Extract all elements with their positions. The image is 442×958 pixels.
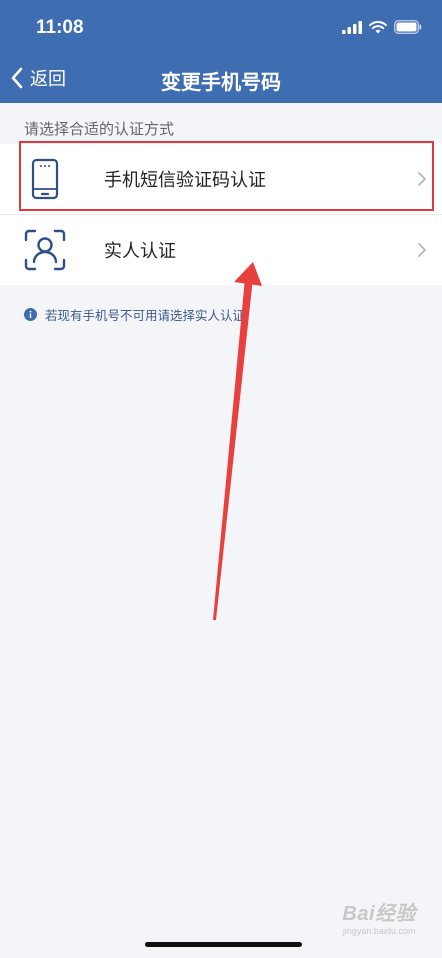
sms-verification-label: 手机短信验证码认证 <box>104 170 266 191</box>
face-scan-icon <box>24 229 66 271</box>
signal-icon <box>342 20 362 34</box>
status-bar: 11:08 <box>0 0 442 56</box>
watermark: Bai经验 jingyan.baidu.com <box>342 897 416 936</box>
watermark-brand: Bai经验 <box>342 903 416 925</box>
battery-icon <box>394 20 422 34</box>
chevron-right-icon <box>418 243 426 257</box>
info-icon <box>24 308 37 321</box>
sms-verification-option[interactable]: 手机短信验证码认证 <box>0 144 442 214</box>
app-header: 11:08 返回 变更手机号码 <box>0 0 442 103</box>
face-verification-option[interactable]: 实人认证 <box>0 215 442 285</box>
section-label: 请选择合适的认证方式 <box>24 120 175 138</box>
notice: 若现有手机号不可用请选择实人认证 <box>24 305 245 324</box>
phone-icon <box>31 158 59 200</box>
face-verification-label: 实人认证 <box>104 241 176 262</box>
arrow-shaft <box>213 278 253 620</box>
chevron-right-icon <box>418 172 426 186</box>
status-time: 11:08 <box>36 17 84 38</box>
notice-text: 若现有手机号不可用请选择实人认证 <box>45 308 246 323</box>
home-indicator[interactable] <box>145 942 302 947</box>
page-title: 变更手机号码 <box>161 70 281 94</box>
watermark-url: jingyan.baidu.com <box>342 926 416 936</box>
status-icons <box>342 18 422 36</box>
auth-options-list: 手机短信验证码认证 实人认证 <box>0 144 442 285</box>
nav-bar: 返回 变更手机号码 <box>0 56 442 103</box>
wifi-icon <box>369 20 387 33</box>
